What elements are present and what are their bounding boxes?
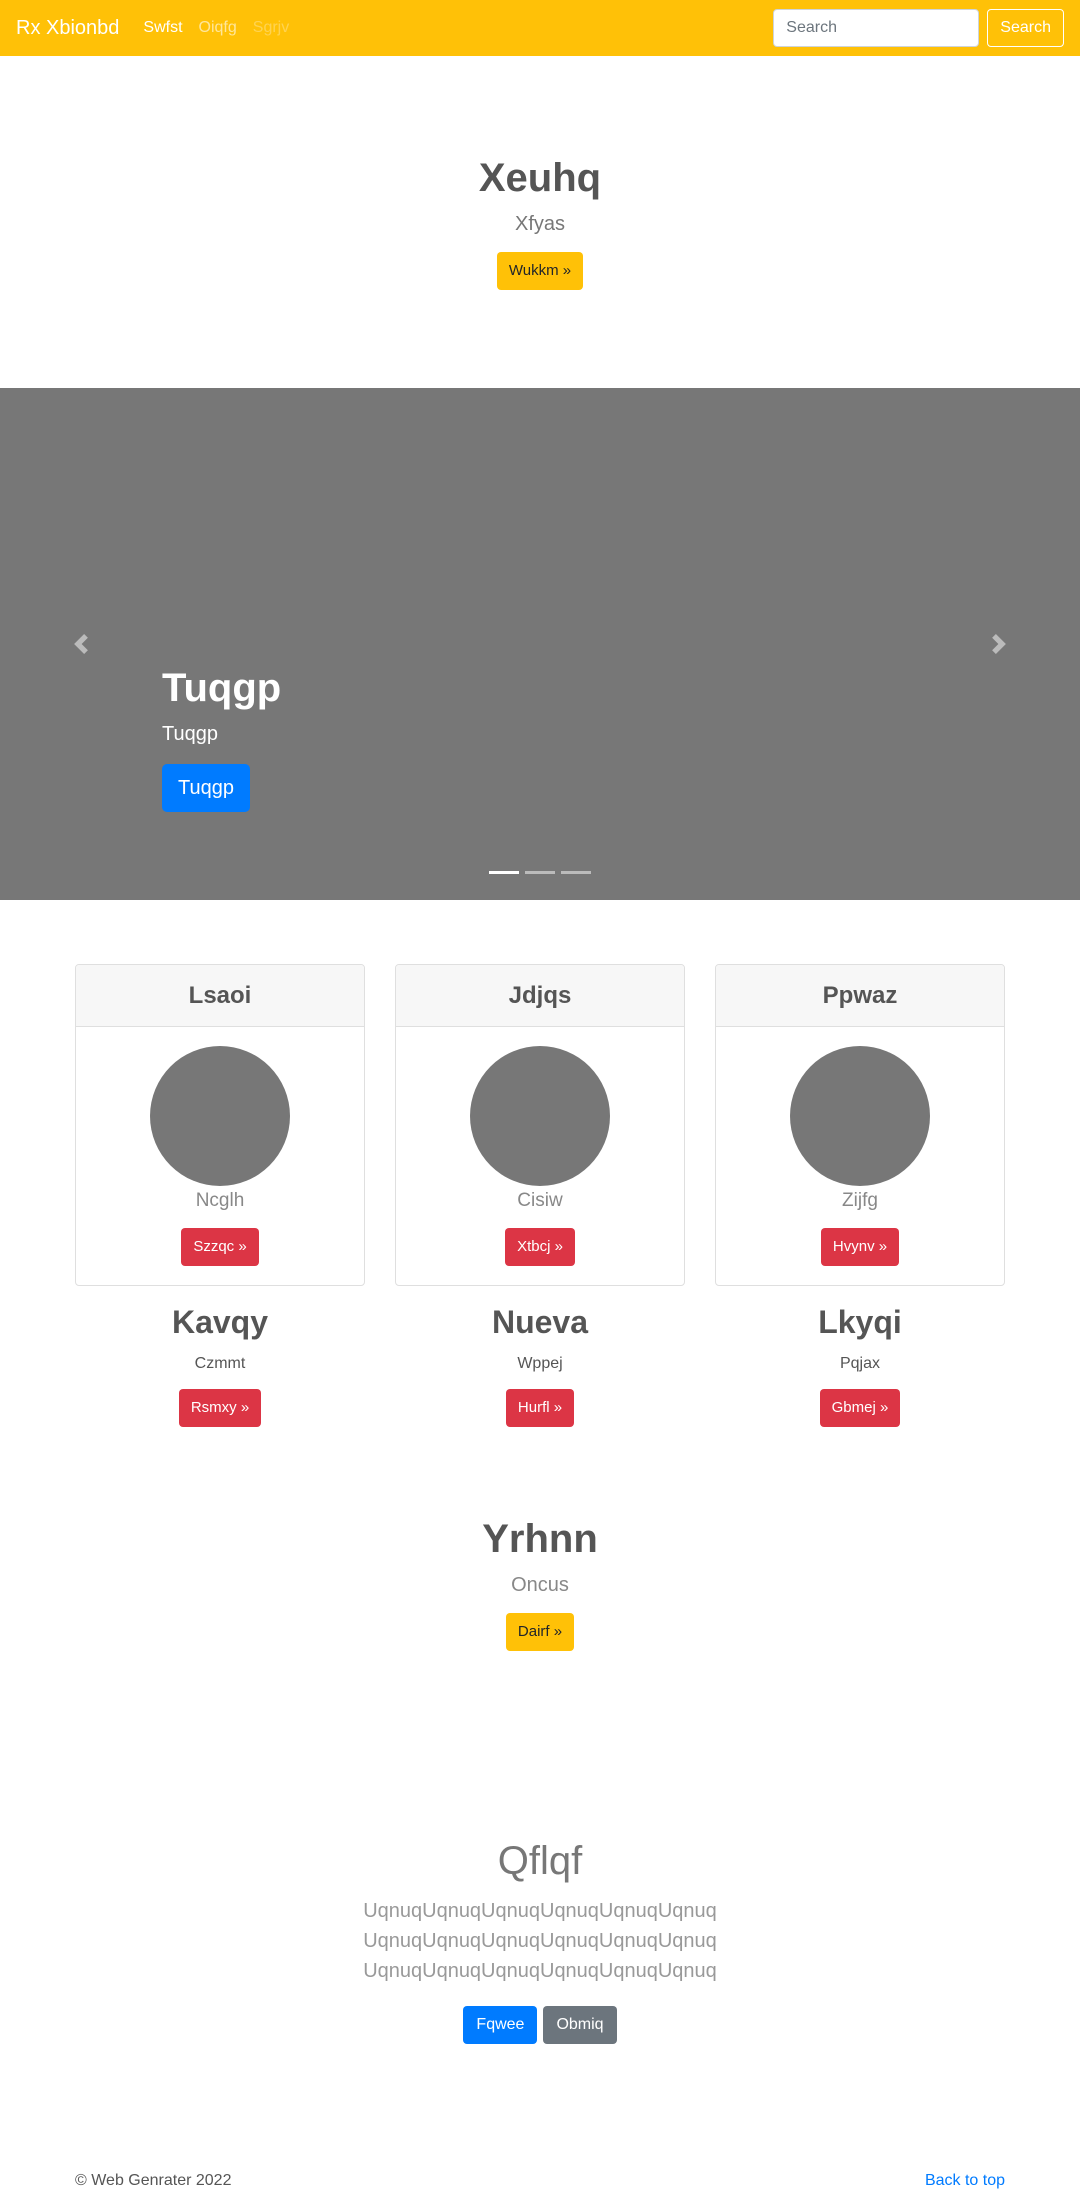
feature-title: Lkyqi [818,1304,902,1340]
card-body: Cisiw Xtbcj » [396,1027,684,1285]
hero-button[interactable]: Wukkm » [496,252,584,290]
avatar-placeholder [790,1046,930,1186]
feature-text: Wppej [517,1355,563,1372]
carousel-title: Tuqgp [162,666,282,710]
search-form: Search [773,9,1064,47]
card-text: Cisiw [517,1190,563,1211]
feature-button[interactable]: Gbmej » [819,1389,901,1427]
feature-text: Czmmt [194,1355,246,1372]
lead-text-line: UqnuqUqnuqUqnuqUqnuqUqnuqUqnuq [363,1930,717,1952]
hero2-title: Yrhnn [482,1517,598,1561]
nav-link-oiqfg[interactable]: Oiqfg [199,19,237,37]
card-header: Ppwaz [716,965,1004,1027]
carousel-text: Tuqgp [162,723,218,745]
carousel-caption: Tuqgp Tuqgp Tuqgp [162,666,281,812]
chevron-right-icon [992,634,1006,654]
carousel-indicator[interactable] [525,871,555,874]
card-header: Lsaoi [76,965,364,1027]
carousel-indicator[interactable] [489,871,519,874]
nav-link-swfst[interactable]: Swfst [143,19,182,37]
lead-text-line: UqnuqUqnuqUqnuqUqnuqUqnuqUqnuq [363,1900,717,1922]
footer-copyright: © Web Genrater 2022 [75,2172,232,2189]
section-buttons: Fqwee Obmiq [0,2006,1080,2044]
carousel-next-button[interactable] [918,388,1080,900]
primary-button[interactable]: Fqwee [463,2006,538,2044]
feature-column: Nueva Wppej Hurfl » [395,1304,685,1427]
nav-links: Swfst Oiqfg Sgrjv [143,19,773,37]
card-body: Ncglh Szzqc » [76,1027,364,1285]
avatar-placeholder [470,1046,610,1186]
card: Ppwaz Zijfg Hvynv » [715,964,1005,1286]
hero-title: Xeuhq [478,156,602,200]
feature-text: Pqjax [839,1355,881,1372]
hero2-subtitle: Oncus [511,1574,569,1596]
card-button[interactable]: Hvynv » [820,1228,900,1266]
card-body: Zijfg Hvynv » [716,1027,1004,1285]
features-row: Kavqy Czmmt Rsmxy » Nueva Wppej Hurfl » … [0,1304,1080,1427]
card-header: Jdjqs [396,965,684,1027]
lead-text-line: UqnuqUqnuqUqnuqUqnuqUqnuqUqnuq [363,1960,717,1982]
feature-button[interactable]: Rsmxy » [178,1389,262,1427]
secondary-button[interactable]: Obmiq [543,2006,617,2044]
section-title: Qflqf [497,1839,583,1883]
card-text: Zijfg [842,1190,878,1211]
chevron-left-icon [74,634,88,654]
hero-section: Xeuhq Xfyas Wukkm » [0,56,1080,388]
footer: © Web Genrater 2022 Back to top [75,2172,1005,2190]
feature-column: Kavqy Czmmt Rsmxy » [75,1304,365,1427]
card: Lsaoi Ncglh Szzqc » [75,964,365,1286]
card-button[interactable]: Xtbcj » [505,1228,575,1266]
back-to-top-link[interactable]: Back to top [925,2172,1005,2190]
feature-title: Kavqy [171,1304,269,1340]
carousel-indicator[interactable] [561,871,591,874]
carousel: Tuqgp Tuqgp Tuqgp [0,388,1080,900]
search-button[interactable]: Search [987,9,1064,47]
carousel-indicators [0,871,1080,874]
hero2-button[interactable]: Dairf » [505,1613,575,1651]
nav-link-sgrjv: Sgrjv [252,19,290,36]
card-button[interactable]: Szzqc » [181,1228,259,1266]
carousel-button[interactable]: Tuqgp [162,764,250,812]
card-text: Ncglh [195,1190,245,1211]
hero2-section: Yrhnn Oncus Dairf » [0,1517,1080,1651]
navbar-brand[interactable]: Rx Xbionbd [16,17,119,40]
hero-subtitle: Xfyas [514,213,566,235]
search-input[interactable] [773,9,980,47]
avatar-placeholder [150,1046,290,1186]
card: Jdjqs Cisiw Xtbcj » [395,964,685,1286]
navbar: Rx Xbionbd Swfst Oiqfg Sgrjv Search [0,0,1080,56]
cards-row: Lsaoi Ncglh Szzqc » Jdjqs Cisiw Xtbcj » … [0,964,1080,1286]
feature-button[interactable]: Hurfl » [505,1389,575,1427]
carousel-prev-button[interactable] [0,388,162,900]
feature-title: Nueva [491,1304,589,1340]
feature-column: Lkyqi Pqjax Gbmej » [715,1304,1005,1427]
jumbotron-section: Qflqf UqnuqUqnuqUqnuqUqnuqUqnuqUqnuq Uqn… [0,1839,1080,2044]
